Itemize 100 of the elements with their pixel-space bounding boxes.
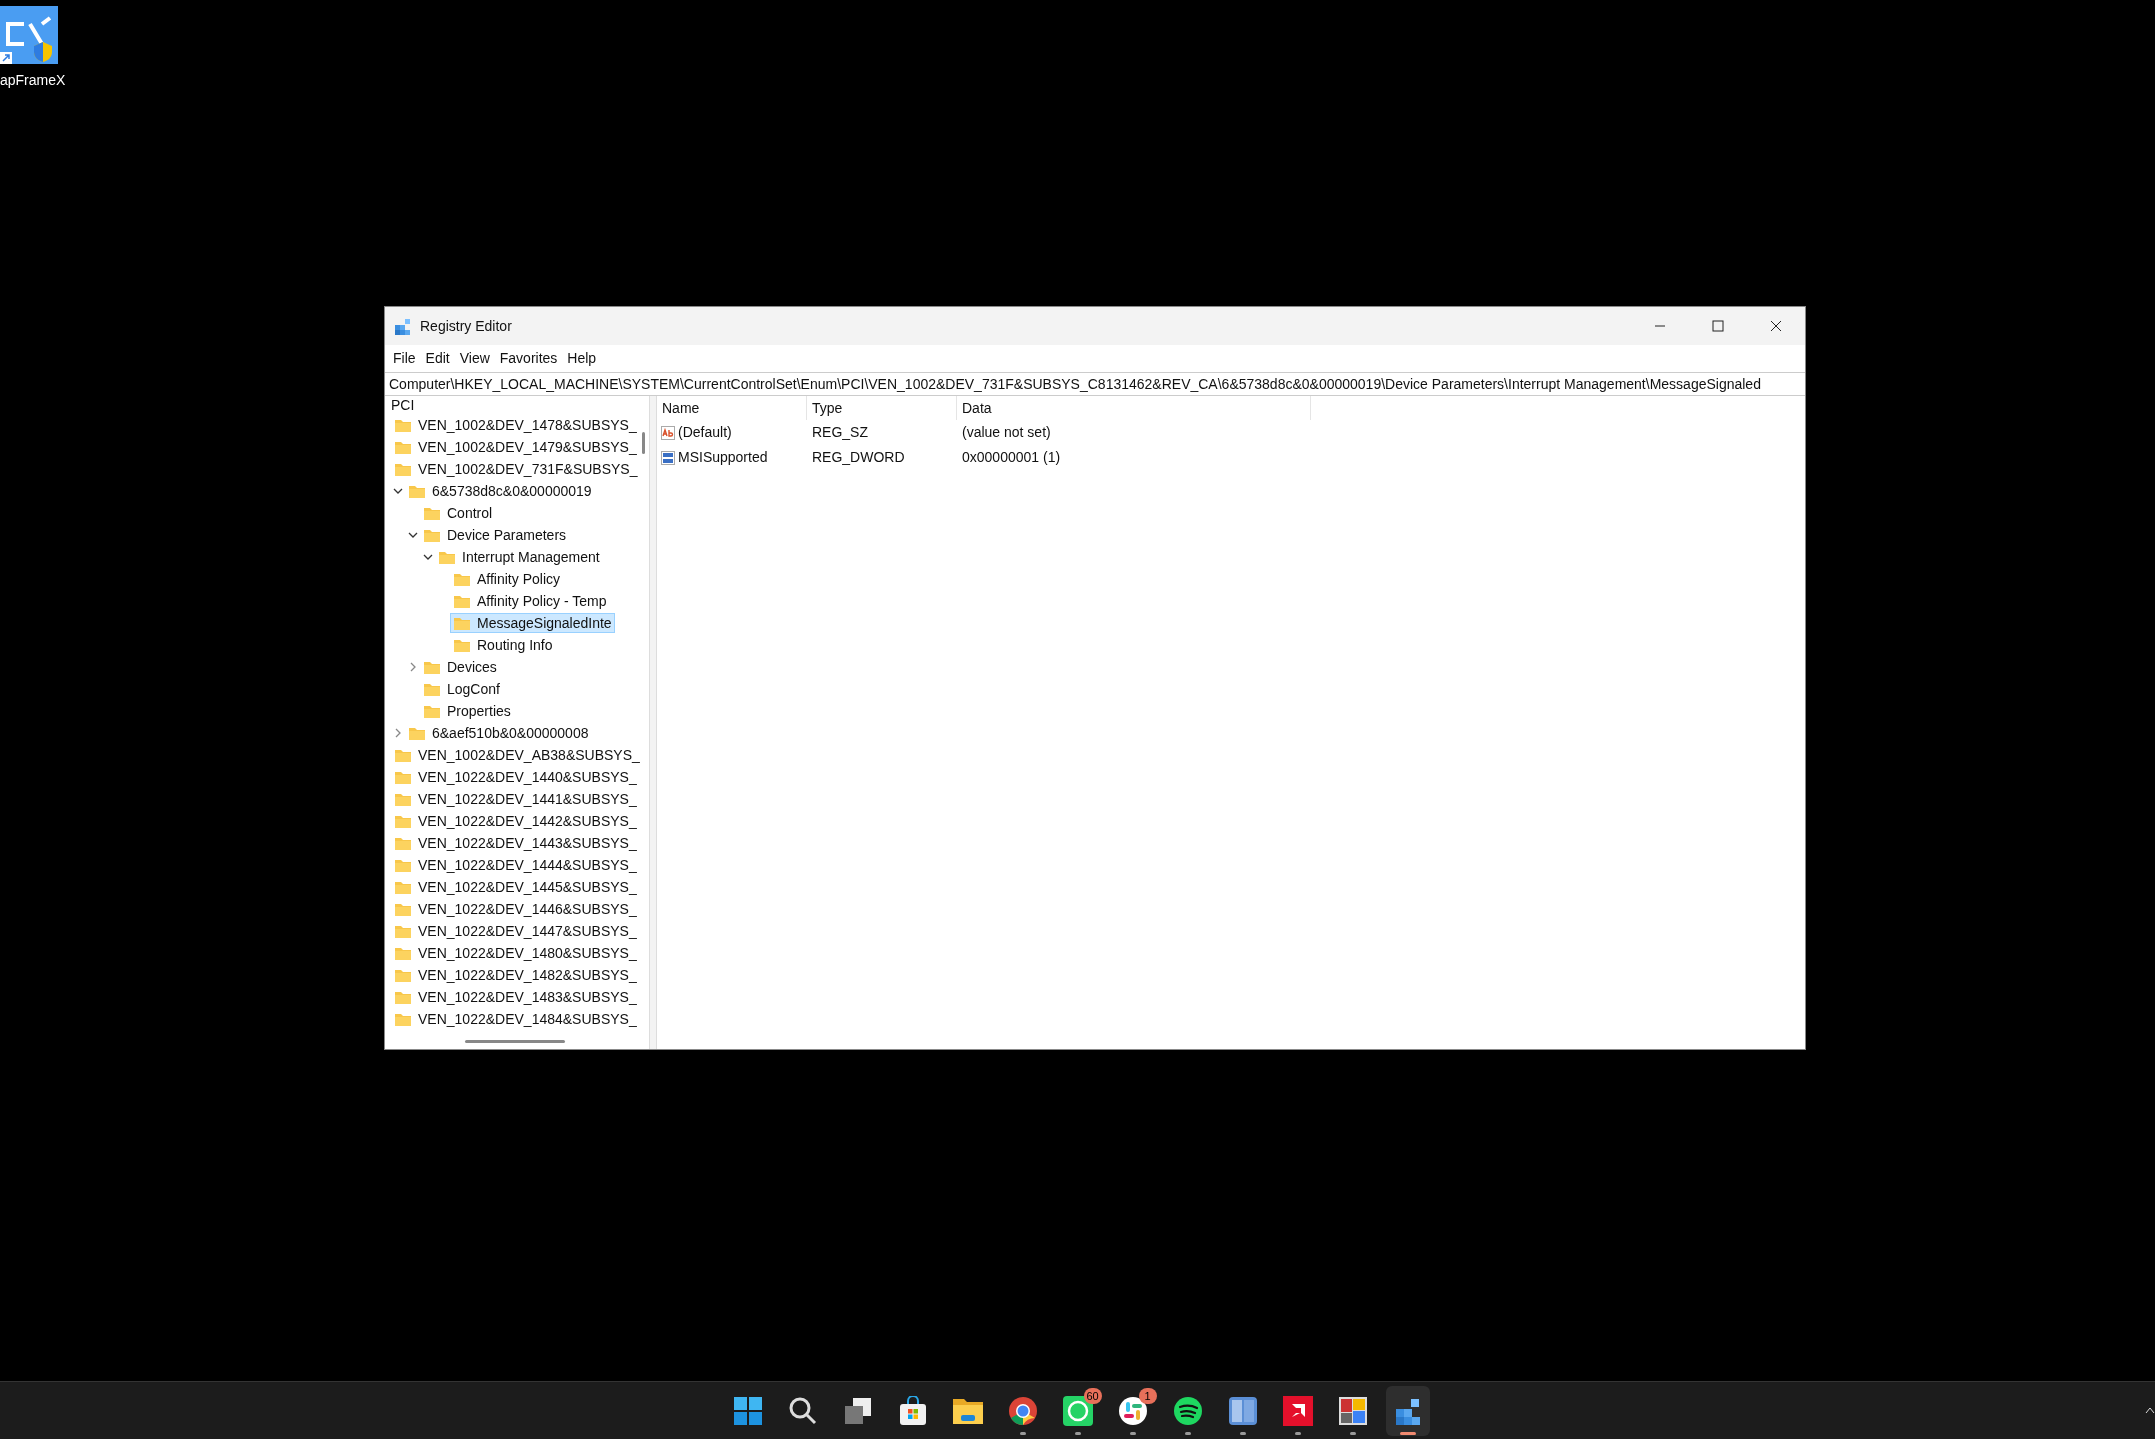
tree-item[interactable]: VEN_1002&DEV_1478&SUBSYS_ (391, 415, 640, 435)
folder-icon (394, 857, 412, 873)
binary-value-icon (661, 450, 675, 465)
folder-icon (394, 901, 412, 917)
tiles-icon (1337, 1395, 1368, 1426)
value-name: MSISupported (678, 448, 768, 467)
folder-icon (453, 593, 471, 609)
tree-item[interactable]: VEN_1022&DEV_1447&SUBSYS_ (391, 921, 640, 941)
value-data: 0x00000001 (1) (961, 448, 1061, 467)
folder-icon (394, 989, 412, 1005)
folder-icon (394, 923, 412, 939)
tree-item[interactable]: Affinity Policy (450, 569, 563, 589)
tree-item[interactable]: Interrupt Management (435, 547, 603, 567)
tree-item[interactable]: Devices (420, 657, 500, 677)
tree-item[interactable]: MessageSignaledInte (450, 613, 615, 633)
shopping-bag-icon (897, 1395, 928, 1426)
tree-item[interactable]: Device Parameters (420, 525, 570, 545)
caret-up-icon[interactable] (2145, 1406, 2155, 1414)
maximize-icon (1712, 320, 1724, 332)
value-type: REG_DWORD (811, 448, 906, 467)
tree-item[interactable]: Routing Info (450, 635, 556, 655)
taskbar-button[interactable] (1385, 1385, 1430, 1436)
folder-icon (394, 461, 412, 477)
value-data: (value not set) (961, 423, 1051, 442)
window-title: Registry Editor (420, 316, 512, 336)
value-name: (Default) (678, 423, 732, 442)
folder-icon (408, 725, 426, 741)
folder-icon (394, 835, 412, 851)
task-view-icon (842, 1395, 873, 1426)
folder-icon (438, 549, 456, 565)
round-logo-icon (1007, 1395, 1038, 1426)
folder-icon (423, 681, 441, 697)
string-value-icon (661, 425, 675, 440)
tree-item[interactable]: VEN_1022&DEV_1444&SUBSYS_ (391, 855, 640, 875)
folder-icon (394, 813, 412, 829)
menu-item[interactable]: View (455, 348, 494, 369)
tree-item[interactable]: Control (420, 503, 496, 523)
tree-item[interactable]: VEN_1022&DEV_1440&SUBSYS_ (391, 767, 640, 787)
shortcut-label: apFrameX (0, 71, 66, 90)
folder-icon (423, 505, 441, 521)
tree-item[interactable]: VEN_1022&DEV_1480&SUBSYS_ (391, 943, 640, 963)
folder-icon (453, 571, 471, 587)
folder-icon (453, 615, 471, 631)
menu-item[interactable]: File (389, 348, 420, 369)
tree-item[interactable]: VEN_1022&DEV_1446&SUBSYS_ (391, 899, 640, 919)
tree-item[interactable]: VEN_1002&DEV_731F&SUBSYS_ (391, 459, 641, 479)
value-type: REG_SZ (811, 423, 869, 442)
chevron-down-icon[interactable] (408, 530, 418, 540)
split-panel-icon (1227, 1395, 1258, 1426)
tree-item[interactable]: VEN_1022&DEV_1483&SUBSYS_ (391, 987, 640, 1007)
tree-item[interactable]: VEN_1022&DEV_1445&SUBSYS_ (391, 877, 640, 897)
notification-badge: 60 (1083, 1387, 1102, 1404)
notification-badge: 1 (1138, 1387, 1157, 1404)
scrollbar-thumb[interactable] (642, 432, 645, 454)
folder-icon (394, 747, 412, 763)
menu-item[interactable]: Help (563, 348, 601, 369)
folder-icon (394, 439, 412, 455)
folder-icon (394, 945, 412, 961)
tree-item[interactable]: VEN_1022&DEV_1484&SUBSYS_ (391, 1009, 640, 1029)
tree-item[interactable]: Affinity Policy - Temp (450, 591, 610, 611)
chevron-right-icon[interactable] (408, 662, 418, 672)
tree-item[interactable]: VEN_1022&DEV_1443&SUBSYS_ (391, 833, 640, 853)
close-icon (1770, 320, 1782, 332)
menu-item[interactable]: Favorites (495, 348, 562, 369)
folder-icon (408, 483, 426, 499)
sound-waves-icon (1172, 1395, 1203, 1426)
menu-item[interactable]: Edit (421, 348, 454, 369)
tree-item[interactable]: LogConf (420, 679, 503, 699)
chevron-right-icon[interactable] (393, 728, 403, 738)
folder-icon (394, 967, 412, 983)
scrollbar-thumb[interactable] (465, 1040, 565, 1043)
windows-logo-icon (732, 1395, 763, 1426)
folder-icon (423, 527, 441, 543)
tree-item[interactable]: Properties (420, 701, 514, 721)
chevron-down-icon[interactable] (393, 486, 403, 496)
tree-root[interactable]: PCI (385, 396, 649, 414)
tree-item[interactable]: VEN_1002&DEV_AB38&SUBSYS_ (391, 745, 643, 765)
tree-item[interactable]: VEN_1022&DEV_1482&SUBSYS_ (391, 965, 640, 985)
tree-item[interactable]: VEN_1002&DEV_1479&SUBSYS_ (391, 437, 640, 457)
folder-icon (394, 791, 412, 807)
tree-item[interactable]: VEN_1022&DEV_1442&SUBSYS_ (391, 811, 640, 831)
folder-icon (453, 637, 471, 653)
column-header[interactable]: Type (807, 396, 957, 420)
folder-icon (423, 659, 441, 675)
folder-icon (394, 1011, 412, 1027)
tree-item[interactable]: 6&5738d8c&0&00000019 (405, 481, 595, 501)
cubes-icon (394, 317, 412, 335)
chevron-down-icon[interactable] (423, 552, 433, 562)
folder-icon (394, 879, 412, 895)
tree-item[interactable]: 6&aef510b&0&00000008 (405, 723, 592, 743)
folder-icon (394, 769, 412, 785)
arrow-tile-icon (1282, 1395, 1313, 1426)
app-shortcut-icon[interactable] (0, 6, 58, 64)
folder-icon (423, 703, 441, 719)
tree-item[interactable]: VEN_1022&DEV_1441&SUBSYS_ (391, 789, 640, 809)
search-icon (787, 1395, 818, 1426)
column-header[interactable]: Data (957, 396, 1311, 420)
folder-icon (394, 417, 412, 433)
column-header[interactable]: Name (657, 396, 807, 420)
address-bar[interactable]: Computer\HKEY_LOCAL_MACHINE\SYSTEM\CurrentControlSet\Enum\PCI\VEN_1002&DEV_731F&SUBSYS_C8131462&REV_CA\6&5738d8c&0&00000019\Device Parameters\Interrupt Management\MessageSignaled (385, 372, 1805, 396)
